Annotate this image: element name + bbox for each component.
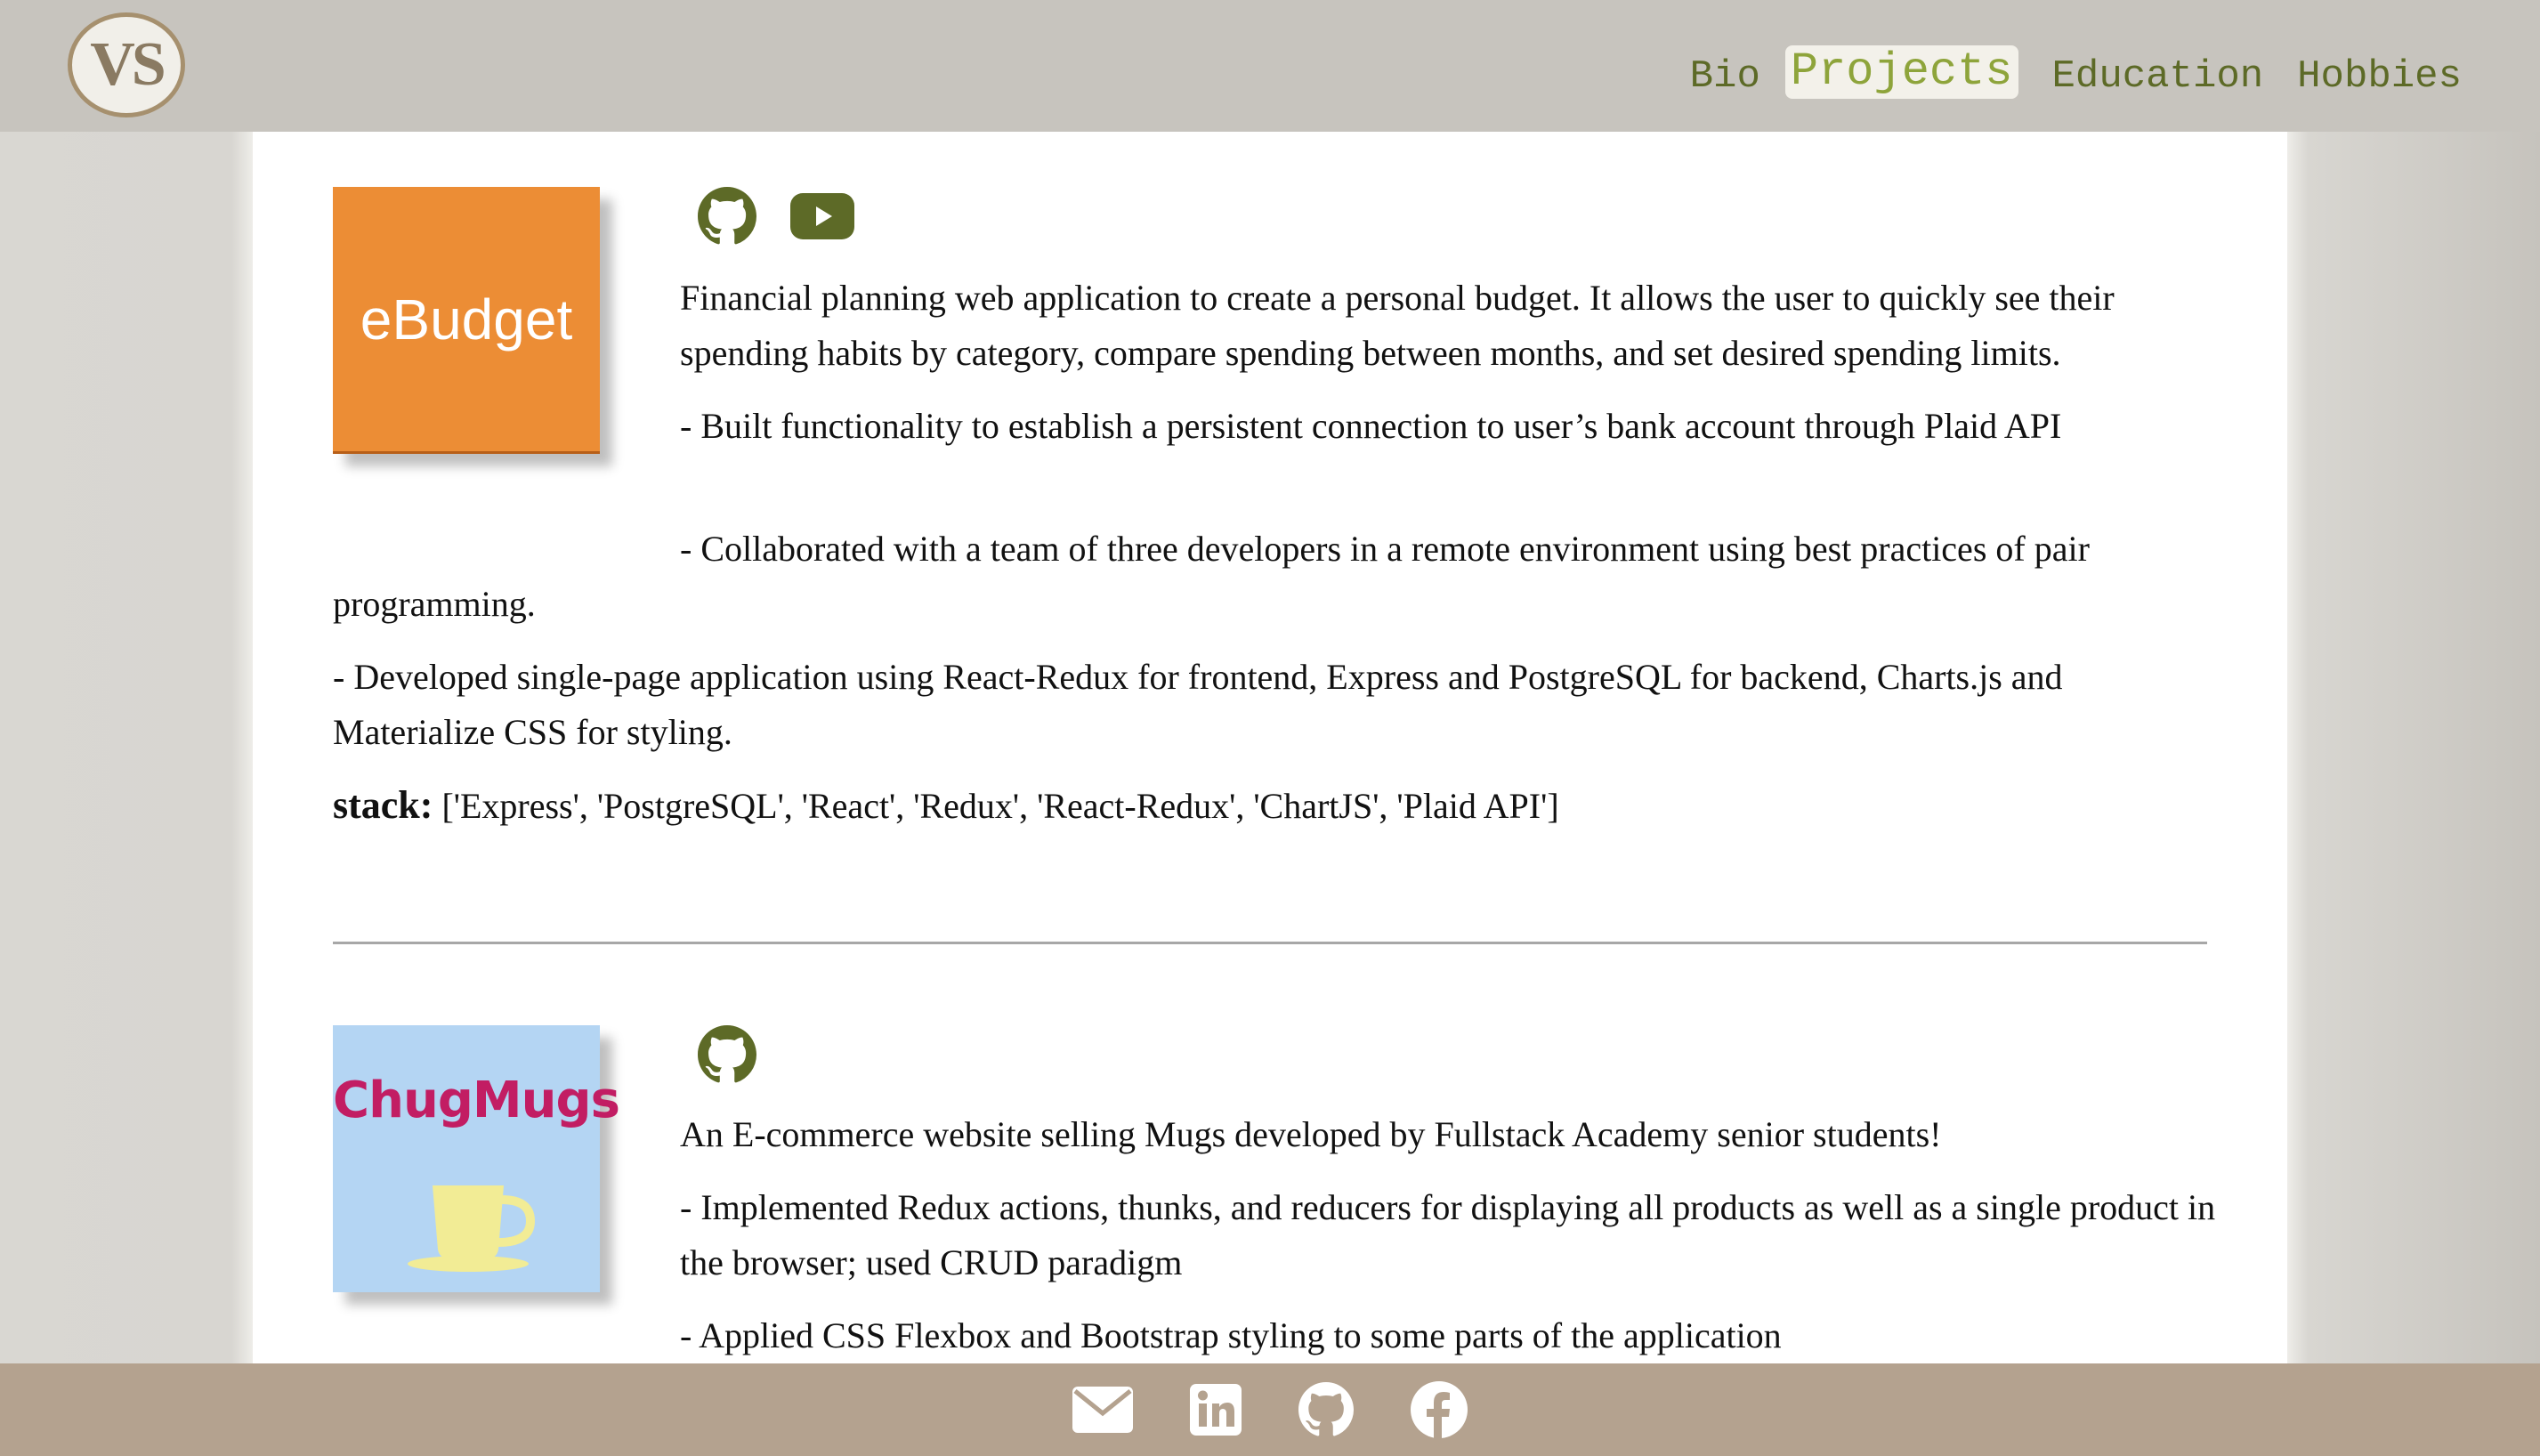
project-stack: stack: ['Express', 'PostgreSQL', 'React'… xyxy=(333,778,2229,834)
project-details-block: - Collaborated with a team of three deve… xyxy=(333,522,2229,852)
project-thumbnail[interactable]: ChugMugs xyxy=(333,1025,620,1292)
project-description: Financial planning web application to cr… xyxy=(680,278,2115,373)
github-icon[interactable] xyxy=(698,1025,756,1084)
project-description-block: An E-commerce website selling Mugs devel… xyxy=(680,1107,2229,1363)
github-icon[interactable] xyxy=(698,187,756,246)
project-links xyxy=(698,1025,790,1084)
logo-text: VS xyxy=(90,30,166,99)
stack-value: ['Express', 'PostgreSQL', 'React', 'Redu… xyxy=(441,786,1559,826)
projects-panel: eBudget Financial planning web applicati… xyxy=(253,132,2287,1363)
project-bullet: - Developed single-page application usin… xyxy=(333,657,2063,752)
project-links xyxy=(698,187,888,246)
main-nav: Bio Projects Education Hobbies xyxy=(1656,45,2462,103)
stack-label: stack: xyxy=(333,783,433,827)
project-description: An E-commerce website selling Mugs devel… xyxy=(680,1114,1942,1154)
facebook-icon[interactable] xyxy=(1411,1381,1468,1438)
nav-education[interactable]: Education xyxy=(2052,50,2264,103)
github-icon[interactable] xyxy=(1298,1382,1354,1437)
project-bullet: - Implemented Redux actions, thunks, and… xyxy=(680,1187,2216,1282)
thumbnail-title: eBudget xyxy=(360,287,573,352)
logo[interactable]: VS xyxy=(68,12,185,117)
nav-projects[interactable]: Projects xyxy=(1784,45,2018,99)
project-bullet: - Built functionality to establish a per… xyxy=(680,406,2062,446)
project-description-block: Financial planning web application to cr… xyxy=(680,271,2229,472)
mail-icon[interactable] xyxy=(1072,1387,1133,1433)
linkedin-icon[interactable] xyxy=(1190,1384,1242,1436)
project-thumbnail[interactable]: eBudget xyxy=(333,187,600,454)
youtube-icon[interactable] xyxy=(790,193,854,239)
project-divider xyxy=(333,942,2207,944)
mug-icon xyxy=(408,1185,536,1272)
site-header: VS Bio Projects Education Hobbies xyxy=(0,0,2540,132)
nav-hobbies[interactable]: Hobbies xyxy=(2297,50,2462,103)
nav-bio[interactable]: Bio xyxy=(1690,50,1760,103)
project-bullet: - Applied CSS Flexbox and Bootstrap styl… xyxy=(680,1315,1782,1355)
project-bullet: - Collaborated with a team of three deve… xyxy=(333,529,2090,624)
site-footer xyxy=(0,1363,2540,1456)
